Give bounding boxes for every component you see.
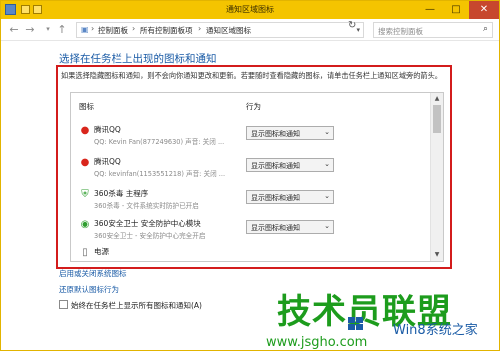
maximize-button[interactable]: □ [443, 1, 469, 19]
breadcrumb-separator: › [132, 24, 136, 33]
item-detail: 360安全卫士 - 安全防护中心完全开启 [94, 232, 206, 240]
control-panel-icon: ▣ [81, 25, 89, 34]
column-header-icon: 图标 [79, 102, 94, 111]
show-all-icons-checkbox[interactable] [59, 300, 68, 309]
address-dropdown-icon[interactable]: ▾ [356, 26, 360, 34]
item-name: 360安全卫士 安全防护中心模块 [94, 219, 201, 228]
watermark-site-name: Win8系统之家 [393, 323, 478, 338]
close-button[interactable]: ✕ [469, 1, 499, 19]
notification-icons-list: 图标 行为 ● 腾讯QQ QQ: Kevin Fan(877249630) 声音… [70, 92, 444, 262]
search-input[interactable]: 搜索控制面板 [378, 26, 423, 37]
list-item: ▯ 电源 [71, 243, 429, 261]
scroll-down-icon[interactable]: ▼ [431, 249, 443, 261]
breadcrumb-all-items[interactable]: 所有控制面板项 [140, 25, 193, 36]
address-bar[interactable]: ▣ › 控制面板 › 所有控制面板项 › 通知区域图标 ▾ [76, 22, 364, 38]
navigation-bar: ← → ▾ ↑ ▣ › 控制面板 › 所有控制面板项 › 通知区域图标 ▾ ↻ … [1, 19, 499, 41]
chevron-down-icon: ⌄ [324, 222, 330, 230]
forward-button[interactable]: → [23, 23, 37, 37]
breadcrumb-notification-icons[interactable]: 通知区域图标 [206, 25, 251, 36]
checkbox-label: 始终在任务栏上显示所有图标和通知(A) [71, 301, 202, 310]
breadcrumb-control-panel[interactable]: 控制面板 [98, 25, 128, 36]
title-bar: 通知区域图标 — □ ✕ [1, 1, 499, 19]
restore-defaults-link[interactable]: 还原默认图标行为 [59, 284, 119, 295]
scroll-thumb[interactable] [433, 105, 441, 133]
scrollbar[interactable]: ▲ ▼ [430, 93, 443, 261]
breadcrumb-separator: › [198, 24, 202, 33]
minimize-button[interactable]: — [417, 1, 443, 19]
windows-logo-icon [348, 317, 363, 330]
behavior-value: 显示图标和通知 [251, 224, 300, 232]
recent-locations-dropdown[interactable]: ▾ [41, 23, 55, 37]
power-icon: ▯ [82, 247, 88, 258]
item-detail: 360杀毒 - 文件系统实时防护已开启 [94, 202, 199, 210]
scroll-up-icon[interactable]: ▲ [431, 93, 443, 105]
item-name: 腾讯QQ [94, 125, 121, 134]
refresh-icon[interactable]: ↻ [348, 20, 356, 31]
item-name: 电源 [94, 247, 109, 256]
360-safe-icon: ◉ [80, 219, 90, 230]
up-button[interactable]: ↑ [55, 23, 69, 37]
search-icon[interactable]: ⌕ [483, 24, 488, 34]
chevron-down-icon: ⌄ [324, 192, 330, 200]
column-header-behavior: 行为 [246, 102, 261, 111]
chevron-down-icon: ⌄ [324, 160, 330, 168]
item-name: 腾讯QQ [94, 157, 121, 166]
behavior-select[interactable]: 显示图标和通知 ⌄ [246, 190, 334, 204]
search-box[interactable]: 搜索控制面板 ⌕ [373, 22, 493, 38]
page-title: 选择在任务栏上出现的图标和通知 [59, 53, 217, 65]
behavior-value: 显示图标和通知 [251, 194, 300, 202]
description-text: 如果选择隐藏图标和通知，则不会向你通知更改和更新。若要随时查看隐藏的图标，请单击… [61, 71, 442, 80]
breadcrumb-separator: › [91, 24, 95, 33]
behavior-select[interactable]: 显示图标和通知 ⌄ [246, 220, 334, 234]
qq-icon: ● [80, 157, 90, 168]
behavior-select[interactable]: 显示图标和通知 ⌄ [246, 158, 334, 172]
system-icons-link[interactable]: 启用或关闭系统图标 [59, 268, 127, 279]
behavior-value: 显示图标和通知 [251, 162, 300, 170]
item-detail: QQ: kevinfan(1153551218) 声音: 关闭 ... [94, 170, 226, 178]
watermark-url: www.jsgho.com [266, 335, 368, 350]
chevron-down-icon: ⌄ [324, 128, 330, 136]
back-button[interactable]: ← [7, 23, 21, 37]
behavior-value: 显示图标和通知 [251, 130, 300, 138]
control-panel-window: 通知区域图标 — □ ✕ ← → ▾ ↑ ▣ › 控制面板 › 所有控制面板项 … [0, 0, 500, 351]
qq-icon: ● [80, 125, 90, 136]
behavior-select[interactable]: 显示图标和通知 ⌄ [246, 126, 334, 140]
item-detail: QQ: Kevin Fan(877249630) 声音: 关闭 ... [94, 138, 225, 146]
item-name: 360杀毒 主程序 [94, 189, 149, 198]
shield-icon: ⛨ [81, 189, 89, 200]
